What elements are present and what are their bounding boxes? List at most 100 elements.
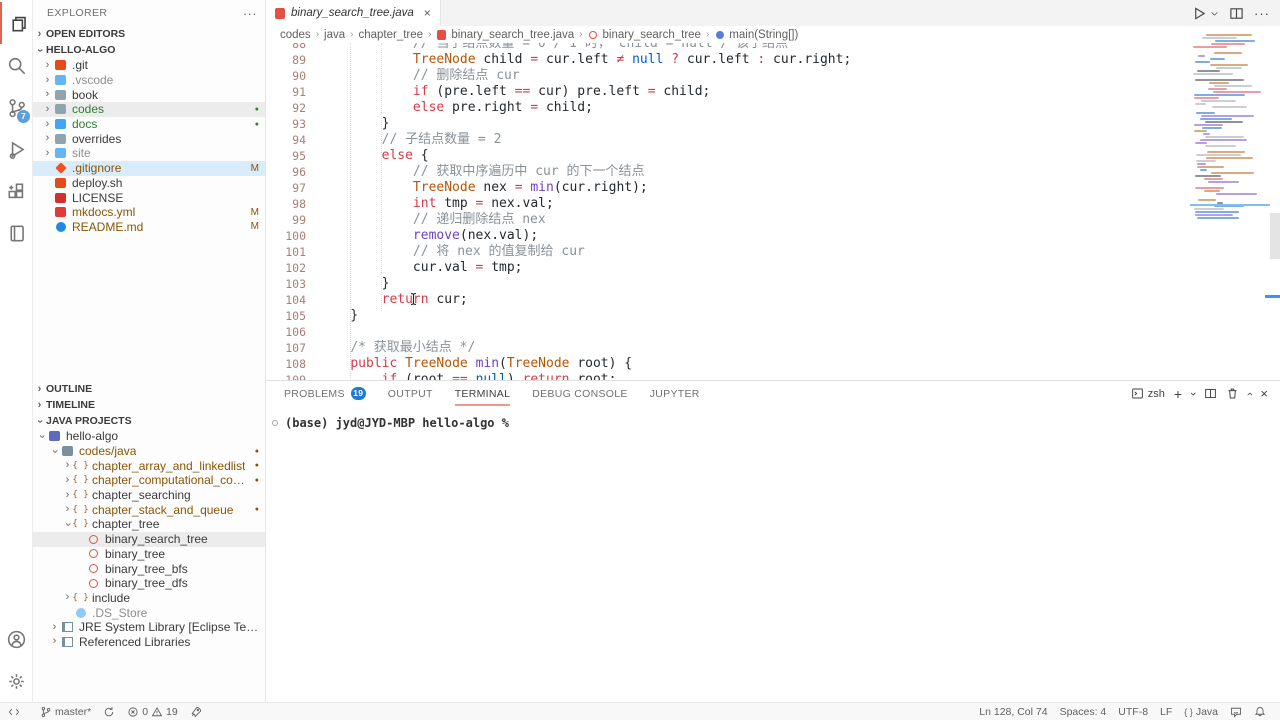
sync-status[interactable]: [97, 703, 121, 720]
breadcrumb-binary_search_tree.java[interactable]: binary_search_tree.java: [436, 29, 574, 41]
minimap[interactable]: [1192, 34, 1266, 220]
code-line-93[interactable]: 93 }: [266, 116, 1280, 132]
code-line-91[interactable]: 91 if (pre.left == cur) pre.left = child…: [266, 84, 1280, 100]
panel-tab-debug-console[interactable]: DEBUG CONSOLE: [532, 381, 628, 406]
tree-item-hello-algo[interactable]: ›hello-algo: [33, 429, 265, 444]
run-java-button[interactable]: [1192, 6, 1207, 21]
tree-item-chapter_searching[interactable]: ›{ }chapter_searching: [33, 488, 265, 503]
git-branch-status[interactable]: master*: [34, 703, 97, 720]
feedback-button[interactable]: [1224, 703, 1248, 720]
cursor-position[interactable]: Ln 128, Col 74: [973, 703, 1053, 720]
activity-bar-item-settings[interactable]: [0, 660, 32, 702]
tree-item-binary_tree_bfs[interactable]: binary_tree_bfs: [33, 561, 265, 576]
tree-item-license[interactable]: LICENSE: [33, 190, 265, 205]
tree-item-jresystemlibraryeclipsetemurin1717....[interactable]: ›JRE System Library [Eclipse Temurin 17 …: [33, 620, 265, 635]
code-line-97[interactable]: 97 TreeNode nex = min(cur.right);: [266, 180, 1280, 196]
tree-item-deploy.sh[interactable]: deploy.sh: [33, 176, 265, 191]
terminal[interactable]: (base) jyd@JYD-MBP hello-algo %: [266, 406, 1280, 430]
tree-item-binary_search_tree[interactable]: binary_search_tree: [33, 532, 265, 547]
tree-item-codesjava[interactable]: ›codes/java●: [33, 444, 265, 459]
run-dropdown-icon[interactable]: [1210, 6, 1219, 21]
panel-tab-jupyter[interactable]: JUPYTER: [650, 381, 700, 406]
code-line-107[interactable]: 107 /* 获取最小结点 */: [266, 340, 1280, 356]
open-editors-section[interactable]: › OPEN EDITORS: [33, 26, 265, 42]
tree-item-.vscode[interactable]: ›.vscode: [33, 73, 265, 88]
panel-tab-output[interactable]: OUTPUT: [388, 381, 433, 406]
tree-item-mkdocs.yml[interactable]: mkdocs.ymlM: [33, 205, 265, 220]
tree-item-docs[interactable]: ›docs●: [33, 117, 265, 132]
tree-item-binary_tree[interactable]: binary_tree: [33, 547, 265, 562]
notifications-button[interactable]: [1248, 703, 1272, 720]
activity-bar-item-run-debug[interactable]: [0, 128, 32, 170]
code-line-92[interactable]: 92 else pre.right = child;: [266, 100, 1280, 116]
tree-item-chapter_tree[interactable]: ›{ }chapter_tree: [33, 517, 265, 532]
tree-item-include[interactable]: ›{ }include: [33, 591, 265, 606]
code-line-96[interactable]: 96 // 获取中序遍历中 cur 的下一个结点: [266, 164, 1280, 180]
tree-item-readme.md[interactable]: README.mdM: [33, 220, 265, 235]
tree-item-chapter_array_and_linkedlist[interactable]: ›{ }chapter_array_and_linkedlist●: [33, 458, 265, 473]
kill-terminal-trash-icon[interactable]: [1226, 387, 1239, 400]
new-terminal-button[interactable]: +: [1174, 386, 1182, 402]
breadcrumb-binary_search_tree[interactable]: binary_search_tree: [588, 29, 701, 41]
code-line-99[interactable]: 99 // 递归删除结点 nex: [266, 212, 1280, 228]
close-icon[interactable]: ×: [424, 6, 431, 20]
tree-item-chapter_stack_and_queue[interactable]: ›{ }chapter_stack_and_queue●: [33, 502, 265, 517]
tree-item-book[interactable]: ›book: [33, 87, 265, 102]
code-editor[interactable]: 88 // 当子结点数量 = 0 / 1 时， child = null / 该…: [266, 43, 1280, 380]
code-line-89[interactable]: 89 TreeNode child = cur.left ≠ null ? cu…: [266, 52, 1280, 68]
java-server-mode[interactable]: [184, 703, 208, 720]
breadcrumb-java[interactable]: java: [324, 29, 345, 41]
tree-item-referencedlibraries[interactable]: ›Referenced Libraries: [33, 635, 265, 650]
panel-tab-terminal[interactable]: TERMINAL: [455, 381, 511, 406]
tree-item-site[interactable]: ›site: [33, 146, 265, 161]
tree-item-.ds_store[interactable]: .DS_Store: [33, 605, 265, 620]
workspace-root-section[interactable]: › HELLO-ALGO: [33, 42, 265, 58]
tree-item-.git[interactable]: ›.git: [33, 58, 265, 73]
code-line-102[interactable]: 102 cur.val = tmp;: [266, 260, 1280, 276]
eol-setting[interactable]: LF: [1154, 703, 1178, 720]
terminal-shell-select[interactable]: zsh: [1131, 387, 1165, 400]
tree-item-codes[interactable]: ›codes●: [33, 102, 265, 117]
code-line-108[interactable]: 108 public TreeNode min(TreeNode root) {: [266, 356, 1280, 372]
activity-bar-item-source-control[interactable]: 7: [0, 86, 32, 128]
chevron-down-icon[interactable]: ›: [1187, 392, 1199, 396]
problems-status[interactable]: 0 19: [121, 703, 184, 720]
indentation-setting[interactable]: Spaces: 4: [1054, 703, 1113, 720]
editor-scrollbar[interactable]: [1270, 213, 1280, 259]
timeline-section[interactable]: › TIMELINE: [33, 397, 265, 413]
tab-binary-search-tree[interactable]: binary_search_tree.java ×: [266, 0, 441, 26]
code-line-100[interactable]: 100 remove(nex.val);: [266, 228, 1280, 244]
code-line-109[interactable]: 109 if (root == null) return root;: [266, 372, 1280, 380]
code-line-101[interactable]: 101 // 将 nex 的值复制给 cur: [266, 244, 1280, 260]
code-line-90[interactable]: 90 // 删除结点 cur: [266, 68, 1280, 84]
code-line-106[interactable]: 106: [266, 324, 1280, 340]
breadcrumb-codes[interactable]: codes: [280, 29, 311, 41]
maximize-panel-icon[interactable]: ›: [1244, 392, 1256, 396]
activity-bar-item-search[interactable]: [0, 44, 32, 86]
tree-item-chapter_computational_complexity[interactable]: ›{ }chapter_computational_complexity●: [33, 473, 265, 488]
code-line-104[interactable]: 104 return cur;: [266, 292, 1280, 308]
activity-bar-item-notebook[interactable]: [0, 212, 32, 254]
code-line-98[interactable]: 98 int tmp = nex.val;: [266, 196, 1280, 212]
language-mode[interactable]: { } Java: [1178, 703, 1224, 720]
remote-indicator[interactable]: [0, 703, 28, 720]
tree-item-binary_tree_dfs[interactable]: binary_tree_dfs: [33, 576, 265, 591]
activity-bar-item-explorer[interactable]: [0, 2, 32, 44]
more-actions-icon[interactable]: ···: [243, 6, 257, 21]
activity-bar-item-extensions[interactable]: [0, 170, 32, 212]
tree-item-overrides[interactable]: ›overrides: [33, 131, 265, 146]
encoding-setting[interactable]: UTF-8: [1112, 703, 1154, 720]
code-line-95[interactable]: 95 else {: [266, 148, 1280, 164]
code-line-94[interactable]: 94 // 子结点数量 = 2: [266, 132, 1280, 148]
breadcrumb-chapter_tree[interactable]: chapter_tree: [358, 29, 423, 41]
java-projects-section[interactable]: › JAVA PROJECTS: [33, 413, 265, 429]
code-line-103[interactable]: 103 }: [266, 276, 1280, 292]
code-line-105[interactable]: 105 }: [266, 308, 1280, 324]
code-line-88[interactable]: 88 // 当子结点数量 = 0 / 1 时， child = null / 该…: [266, 43, 1280, 52]
tree-item-.gitignore[interactable]: .gitignoreM: [33, 161, 265, 176]
panel-tab-problems[interactable]: PROBLEMS19: [284, 381, 366, 406]
close-panel-icon[interactable]: ×: [1260, 386, 1268, 401]
outline-section[interactable]: › OUTLINE: [33, 381, 265, 397]
more-actions-icon[interactable]: ···: [1254, 6, 1270, 21]
breadcrumb-mainstring[interactable]: main(String[]): [714, 29, 798, 41]
